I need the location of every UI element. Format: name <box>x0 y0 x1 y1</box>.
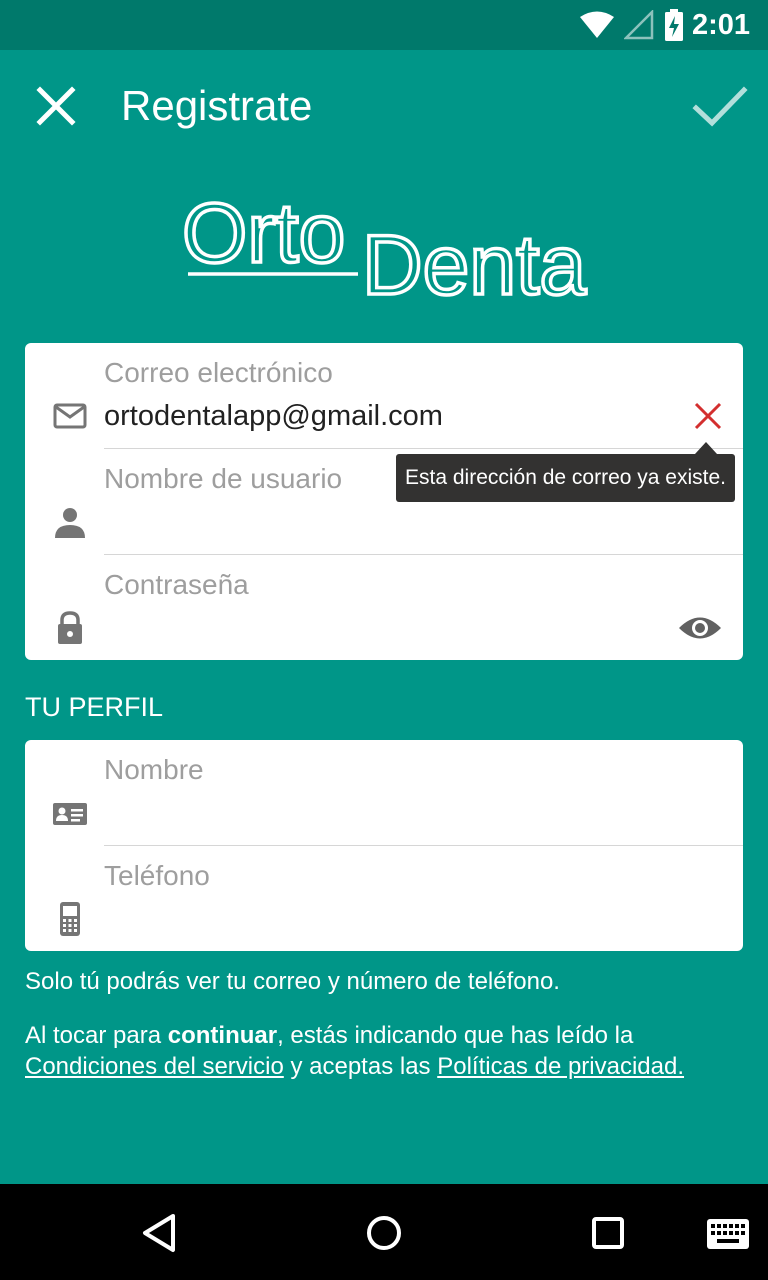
close-icon[interactable] <box>28 78 84 134</box>
status-bar: 2:01 <box>0 0 768 50</box>
home-icon[interactable] <box>361 1210 407 1256</box>
password-field[interactable]: Contraseña <box>25 555 743 661</box>
status-icons <box>580 8 684 42</box>
clear-error-icon[interactable] <box>693 401 723 431</box>
lock-icon <box>58 611 82 644</box>
mail-icon <box>53 403 87 429</box>
svg-text:Orto: Orto <box>182 186 345 280</box>
svg-text:Dental: Dental <box>362 218 590 305</box>
privacy-link[interactable]: Políticas de privacidad. <box>437 1053 684 1080</box>
navigation-bar <box>0 1184 768 1280</box>
tooltip-arrow <box>695 442 717 454</box>
name-label: Nombre <box>104 754 204 785</box>
email-field[interactable]: Correo electrónico ortodentalapp@gmail.c… <box>25 343 743 449</box>
ortodental-logo: Orto Dental <box>180 184 590 305</box>
phone-label: Teléfono <box>104 860 210 891</box>
privacy-note: Solo tú podrás ver tu correo y número de… <box>25 968 560 995</box>
username-label: Nombre de usuario <box>104 463 343 494</box>
status-time: 2:01 <box>691 9 750 41</box>
battery-charging-icon <box>665 9 683 41</box>
email-error-tooltip: Esta dirección de correo ya existe. <box>396 454 735 502</box>
phone-icon <box>60 902 80 936</box>
legal-continue: continuar <box>167 1022 278 1049</box>
app-bar: Registrate <box>0 50 768 162</box>
id-card-icon <box>53 803 87 825</box>
section-title: TU PERFIL <box>25 692 164 722</box>
phone-field[interactable]: Teléfono <box>25 846 743 952</box>
email-label: Correo electrónico <box>104 357 333 388</box>
recents-icon[interactable] <box>585 1210 631 1256</box>
name-field[interactable]: Nombre <box>25 740 743 846</box>
legal-prefix: Al tocar para <box>25 1022 168 1049</box>
page-title: Registrate <box>121 82 313 129</box>
profile-card: Nombre Teléfono <box>25 740 743 951</box>
person-icon <box>55 508 85 538</box>
email-input[interactable]: ortodentalapp@gmail.com <box>104 400 443 433</box>
legal-text: Al tocar para continuar, estás indicando… <box>25 1020 745 1082</box>
check-icon[interactable] <box>690 78 750 134</box>
signal-icon <box>624 10 654 40</box>
legal-middle: , estás indicando que has leído la <box>277 1022 634 1049</box>
keyboard-icon[interactable] <box>706 1214 750 1254</box>
password-label: Contraseña <box>104 569 249 600</box>
back-icon[interactable] <box>137 1210 183 1256</box>
wifi-icon <box>580 11 614 38</box>
terms-link[interactable]: Condiciones del servicio <box>25 1053 284 1080</box>
legal-connector: y aceptas las <box>283 1053 438 1080</box>
eye-icon[interactable] <box>677 613 723 643</box>
